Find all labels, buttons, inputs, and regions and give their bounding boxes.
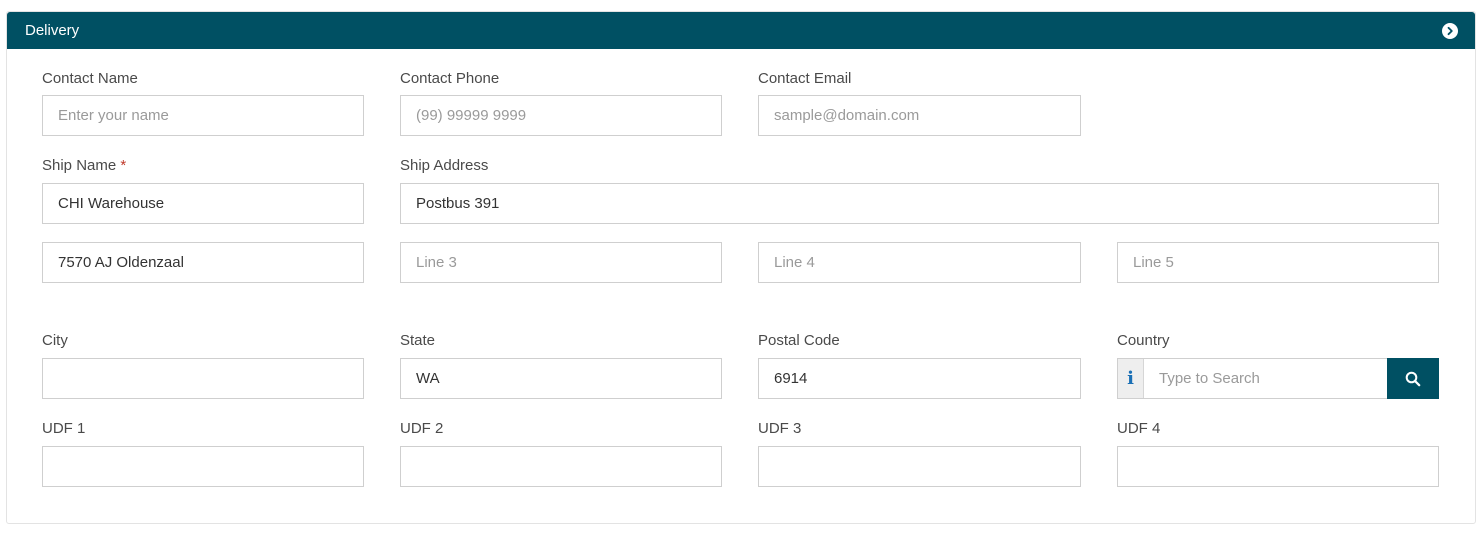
udf2-input[interactable] xyxy=(400,446,722,487)
ship-address-line1-input[interactable] xyxy=(400,183,1439,224)
udf2-label: UDF 2 xyxy=(400,420,444,437)
address-line5-input[interactable] xyxy=(1117,242,1439,283)
udf1-input[interactable] xyxy=(42,446,364,487)
state-input[interactable] xyxy=(400,358,722,399)
ship-address-label: Ship Address xyxy=(400,157,489,174)
country-label: Country xyxy=(1117,332,1170,349)
ship-name-label: Ship Name * xyxy=(42,157,126,175)
panel-title: Delivery xyxy=(25,22,80,39)
state-label: State xyxy=(400,332,436,349)
udf4-input[interactable] xyxy=(1117,446,1439,487)
city-label: City xyxy=(42,332,68,349)
city-input[interactable] xyxy=(42,358,364,399)
ship-name-input[interactable] xyxy=(42,183,364,224)
info-icon[interactable]: i xyxy=(1118,359,1144,398)
contact-name-input[interactable] xyxy=(42,95,364,136)
country-search-group: i xyxy=(1117,358,1439,399)
address-line4-input[interactable] xyxy=(758,242,1081,283)
address-line3-input[interactable] xyxy=(400,242,722,283)
address-line2-input[interactable] xyxy=(42,242,364,283)
contact-email-label: Contact Email xyxy=(758,70,852,87)
contact-name-label: Contact Name xyxy=(42,70,138,87)
chevron-right-circle-icon[interactable] xyxy=(1442,22,1458,39)
required-mark: * xyxy=(120,157,127,174)
search-icon xyxy=(1405,371,1421,386)
udf3-label: UDF 3 xyxy=(758,420,802,437)
country-search-button[interactable] xyxy=(1387,358,1439,399)
contact-phone-label: Contact Phone xyxy=(400,70,500,87)
postal-code-input[interactable] xyxy=(758,358,1081,399)
postal-code-label: Postal Code xyxy=(758,332,840,349)
contact-phone-input[interactable] xyxy=(400,95,722,136)
country-search-input[interactable] xyxy=(1144,359,1387,398)
udf3-input[interactable] xyxy=(758,446,1081,487)
contact-email-input[interactable] xyxy=(758,95,1081,136)
panel-header[interactable]: Delivery xyxy=(7,12,1475,49)
ship-name-label-text: Ship Name xyxy=(42,157,117,174)
udf4-label: UDF 4 xyxy=(1117,420,1161,437)
udf1-label: UDF 1 xyxy=(42,420,86,437)
